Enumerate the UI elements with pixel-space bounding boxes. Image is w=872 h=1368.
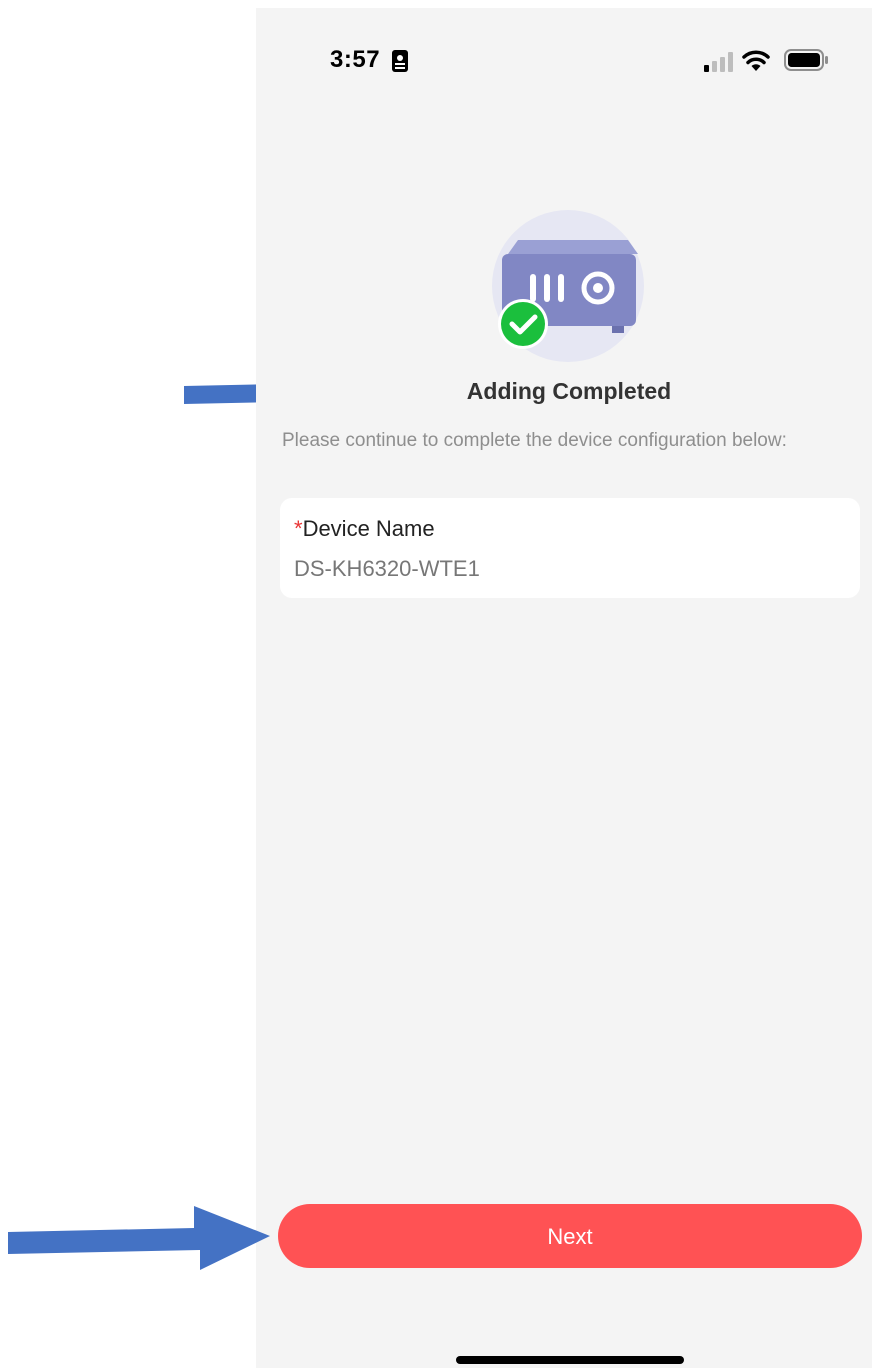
device-added-success-icon <box>492 210 644 362</box>
phone-screen: 3:57 Adding Completed Please continue to… <box>256 0 872 1368</box>
id-badge-icon <box>392 50 408 72</box>
page: 3:57 Adding Completed Please continue to… <box>0 0 872 1368</box>
status-bar: 3:57 <box>256 42 872 82</box>
device-name-card[interactable]: *Device Name DS-KH6320-WTE1 <box>280 498 860 598</box>
annotation-arrow-next-icon <box>8 1206 270 1270</box>
device-name-label: *Device Name <box>294 516 435 542</box>
cellular-signal-icon <box>704 52 733 72</box>
page-subtitle: Please continue to complete the device c… <box>282 430 787 451</box>
home-indicator <box>456 1356 684 1364</box>
device-name-label-text: Device Name <box>302 516 435 541</box>
battery-icon <box>784 49 828 71</box>
next-button[interactable]: Next <box>278 1204 862 1268</box>
required-mark: * <box>294 516 303 541</box>
device-name-input[interactable]: DS-KH6320-WTE1 <box>294 556 480 582</box>
page-title: Adding Completed <box>466 378 672 404</box>
wifi-icon <box>742 50 770 71</box>
top-strip <box>256 0 872 8</box>
status-time: 3:57 <box>330 46 381 73</box>
